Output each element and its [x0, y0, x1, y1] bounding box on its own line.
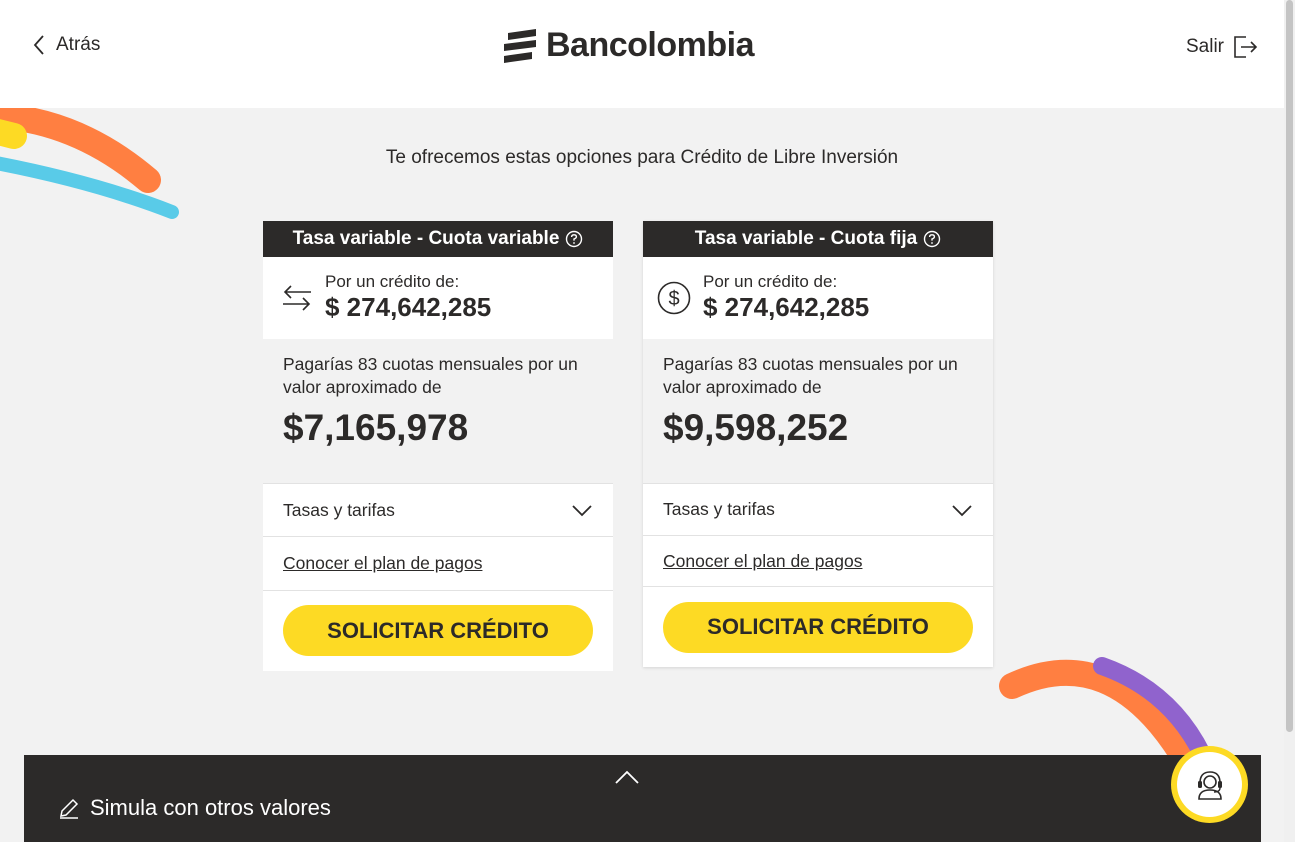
rates-label: Tasas y tarifas — [283, 499, 395, 520]
decorative-arc-top-left — [0, 103, 179, 219]
help-icon[interactable] — [565, 230, 583, 248]
logout-icon — [1234, 36, 1258, 58]
quota-value: $7,165,978 — [283, 407, 469, 448]
amount-label: Por un crédito de: — [703, 272, 838, 291]
quota-description: Pagarías 83 cuotas mensuales por un valo… — [663, 354, 958, 397]
payment-plan-row: Conocer el plan de pagos — [643, 535, 993, 586]
chevron-down-icon — [572, 505, 592, 517]
simulate-label: Simula con otros valores — [90, 795, 331, 820]
quota-section: Pagarías 83 cuotas mensuales por un valo… — [643, 339, 993, 483]
request-button-row: SOLICITAR CRÉDITO — [643, 586, 993, 667]
rates-dropdown[interactable]: Tasas y tarifas — [263, 483, 613, 536]
svg-text:$: $ — [668, 288, 679, 310]
quota-value: $9,598,252 — [663, 407, 849, 448]
assistant-button-inner — [1177, 752, 1242, 817]
simulate-panel: Simula con otros valores — [24, 755, 1261, 842]
credit-amount: $ 274,642,285 — [325, 292, 492, 322]
virtual-assistant-button[interactable] — [1171, 746, 1248, 823]
request-button-row: SOLICITAR CRÉDITO — [263, 590, 613, 670]
card-title-bar: Tasa variable - Cuota fija — [643, 221, 993, 257]
credit-amount: $ 274,642,285 — [703, 292, 870, 322]
quota-description: Pagarías 83 cuotas mensuales por un valo… — [283, 354, 578, 397]
credit-amount-section: $ Por un crédito de: $ 274,642,285 — [643, 257, 993, 339]
credit-option-card-fixed: Tasa variable - Cuota fija $ Por un créd… — [643, 221, 993, 667]
rates-label: Tasas y tarifas — [663, 499, 775, 519]
card-title: Tasa variable - Cuota variable — [292, 228, 560, 249]
bancolombia-mark-icon — [504, 28, 536, 63]
request-credit-button[interactable]: SOLICITAR CRÉDITO — [283, 605, 593, 656]
request-credit-button[interactable]: SOLICITAR CRÉDITO — [663, 601, 973, 653]
rates-dropdown[interactable]: Tasas y tarifas — [643, 483, 993, 535]
pencil-icon — [60, 798, 79, 819]
top-header: Atrás Bancolombia Salir — [0, 0, 1284, 108]
amount-label: Por un crédito de: — [325, 272, 460, 291]
quota-section: Pagarías 83 cuotas mensuales por un valo… — [263, 339, 613, 483]
exit-label: Salir — [1185, 36, 1224, 57]
dollar-circle-icon: $ — [657, 281, 691, 315]
payment-plan-link[interactable]: Conocer el plan de pagos — [283, 553, 482, 574]
card-title: Tasa variable - Cuota fija — [694, 228, 918, 249]
page-subtitle: Te ofrecemos estas opciones para Crédito… — [385, 147, 899, 168]
exit-button[interactable]: Salir — [1186, 34, 1258, 60]
chevron-left-icon — [33, 35, 44, 55]
chevron-down-icon — [952, 504, 972, 516]
back-label: Atrás — [56, 34, 101, 55]
bancolombia-logo[interactable]: Bancolombia — [502, 26, 754, 65]
simulate-other-values-button[interactable]: Simula con otros valores — [58, 795, 331, 821]
brand-name: Bancolombia — [546, 26, 754, 64]
help-icon[interactable] — [923, 230, 941, 248]
payment-plan-link[interactable]: Conocer el plan de pagos — [663, 551, 862, 572]
chevron-up-icon[interactable] — [614, 769, 640, 785]
page: Atrás Bancolombia Salir Te ofrecemos est… — [0, 0, 1295, 842]
page-scrollbar[interactable] — [1284, 0, 1295, 842]
back-button[interactable]: Atrás — [32, 34, 100, 56]
payment-plan-row: Conocer el plan de pagos — [263, 536, 613, 590]
card-title-bar: Tasa variable - Cuota variable — [263, 221, 613, 257]
credit-option-card-variable: Tasa variable - Cuota variable Por un cr… — [263, 221, 613, 671]
scrollbar-thumb[interactable] — [1286, 0, 1293, 732]
headset-agent-icon — [1197, 770, 1222, 800]
credit-amount-section: Por un crédito de: $ 274,642,285 — [263, 257, 613, 339]
arrows-exchange-icon — [283, 285, 311, 311]
